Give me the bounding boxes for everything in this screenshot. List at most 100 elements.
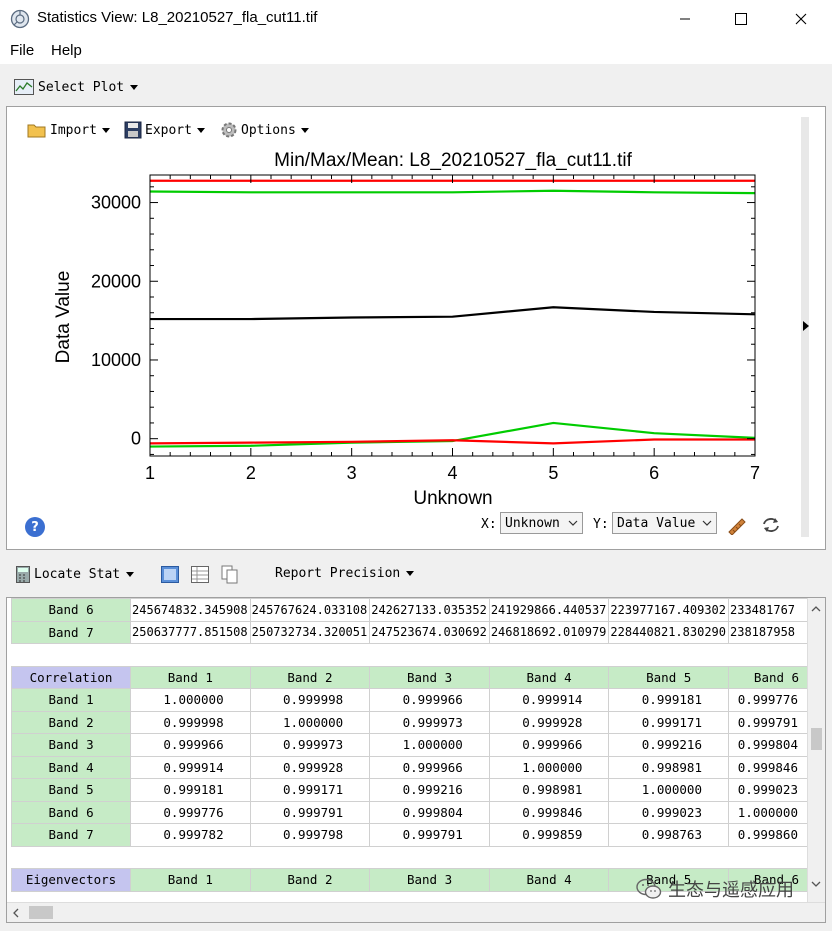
table-cell[interactable]: 0.999216 (369, 778, 490, 802)
table-cell[interactable]: 1.000000 (369, 733, 490, 757)
table-cell[interactable]: 0.999998 (249, 688, 371, 712)
minimize-button[interactable] (662, 4, 708, 34)
table-cell[interactable]: 0.998763 (608, 823, 729, 847)
table-cell[interactable]: 0.999791 (249, 800, 371, 824)
table-cell[interactable]: 0.999966 (488, 733, 610, 757)
column-header[interactable]: Band 4 (488, 665, 610, 689)
x-tick-label: 5 (548, 463, 558, 483)
table-cell[interactable]: 0.999023 (608, 800, 729, 824)
table-cell[interactable]: 0.999914 (488, 688, 610, 712)
table-cell[interactable]: 0.999859 (488, 823, 610, 847)
table-cell[interactable]: 250732734.320051 (249, 620, 371, 644)
table-cell[interactable]: 0.999171 (249, 778, 371, 802)
table-cell[interactable]: 0.999966 (369, 688, 490, 712)
table-cell[interactable]: 0.999973 (369, 710, 490, 734)
empty-cell (369, 845, 490, 869)
column-header[interactable]: Band 3 (369, 665, 490, 689)
y-tick-label: 20000 (91, 271, 141, 291)
column-header[interactable]: Band 4 (488, 868, 610, 892)
table-vertical-scrollbar[interactable] (807, 598, 825, 905)
table-cell[interactable]: 1.000000 (130, 688, 251, 712)
table-cell[interactable]: 242627133.035352 (369, 598, 490, 622)
table-cell[interactable]: 0.999216 (608, 733, 729, 757)
watermark-text: 生态与遥感应用 (668, 880, 794, 901)
view-table-icon[interactable] (191, 566, 209, 583)
column-header[interactable]: Band 5 (608, 665, 729, 689)
series-line-2 (149, 189, 756, 195)
x-axis-select[interactable]: Unknown (500, 512, 583, 534)
maximize-button[interactable] (718, 4, 764, 34)
row-header[interactable]: Band 2 (10, 710, 132, 734)
horizontal-scroll-thumb[interactable] (29, 906, 53, 919)
row-header[interactable]: Band 6 (10, 800, 132, 824)
table-cell[interactable]: 0.999846 (488, 800, 610, 824)
y-axis-select[interactable]: Data Value (612, 512, 717, 534)
row-header[interactable]: Band 6 (10, 598, 132, 622)
column-header[interactable]: Band 1 (130, 868, 251, 892)
eigenvectors-header[interactable]: Eigenvectors (10, 868, 132, 892)
x-axis-select-value: Unknown (505, 515, 560, 531)
scroll-down-icon[interactable] (811, 881, 821, 887)
table-cell[interactable]: 245674832.345908 (130, 598, 251, 622)
table-cell[interactable]: 223977167.409302 (608, 598, 729, 622)
table-cell[interactable]: 0.999914 (130, 755, 251, 779)
table-cell[interactable]: 0.999782 (130, 823, 251, 847)
vertical-scroll-thumb[interactable] (811, 728, 822, 750)
row-header[interactable]: Band 3 (10, 733, 132, 757)
table-cell[interactable]: 0.999928 (488, 710, 610, 734)
menu-help[interactable]: Help (51, 42, 82, 59)
table-cell[interactable]: 0.999998 (130, 710, 251, 734)
table-cell[interactable]: 1.000000 (488, 755, 610, 779)
table-cell[interactable]: 245767624.033108 (249, 598, 371, 622)
chevron-down-icon (702, 520, 712, 526)
table-cell[interactable]: 246818692.010979 (488, 620, 610, 644)
table-cell[interactable]: 0.998981 (488, 778, 610, 802)
table-cell[interactable]: 0.998981 (608, 755, 729, 779)
table-cell[interactable]: 1.000000 (249, 710, 371, 734)
table-cell[interactable]: 0.999966 (130, 733, 251, 757)
correlation-header[interactable]: Correlation (10, 665, 132, 689)
table-cell[interactable]: 0.999973 (249, 733, 371, 757)
row-header[interactable]: Band 4 (10, 755, 132, 779)
scroll-up-icon[interactable] (811, 606, 821, 612)
column-header[interactable]: Band 3 (369, 868, 490, 892)
table-cell[interactable]: 0.999804 (369, 800, 490, 824)
select-plot-button[interactable]: Select Plot (14, 76, 139, 98)
table-horizontal-scrollbar[interactable] (7, 902, 825, 922)
window-title: Statistics View: L8_20210527_fla_cut11.t… (37, 9, 318, 26)
statistics-app-icon (10, 9, 30, 29)
copy-icon[interactable] (221, 565, 239, 584)
close-button[interactable] (778, 4, 824, 34)
table-cell[interactable]: 0.999776 (130, 800, 251, 824)
table-cell[interactable]: 241929866.440537 (488, 598, 610, 622)
row-header[interactable]: Band 7 (10, 620, 132, 644)
table-cell[interactable]: 247523674.030692 (369, 620, 490, 644)
table-row: Band 6 245674832.345908 245767624.033108 24… (10, 598, 825, 622)
refresh-icon[interactable] (761, 516, 781, 534)
expand-arrow-icon[interactable] (803, 321, 809, 331)
scroll-left-icon[interactable] (13, 908, 19, 918)
row-header[interactable]: Band 7 (10, 823, 132, 847)
table-cell[interactable]: 250637777.851508 (130, 620, 251, 644)
column-header[interactable]: Band 2 (249, 665, 371, 689)
table-cell[interactable]: 1.000000 (608, 778, 729, 802)
table-cell[interactable]: 0.999928 (249, 755, 371, 779)
table-cell[interactable]: 0.999181 (608, 688, 729, 712)
ruler-icon[interactable] (727, 515, 747, 535)
table-cell[interactable]: 228440821.830290 (608, 620, 729, 644)
row-header[interactable]: Band 5 (10, 778, 132, 802)
view-single-icon[interactable] (161, 566, 179, 583)
locate-stat-button[interactable]: Locate Stat (16, 566, 135, 583)
statistics-grid: Band 6 245674832.345908 245767624.033108 24… (10, 598, 825, 892)
table-cell[interactable]: 0.999798 (249, 823, 371, 847)
table-cell[interactable]: 0.999966 (369, 755, 490, 779)
help-icon[interactable]: ? (25, 517, 45, 537)
column-header[interactable]: Band 2 (249, 868, 371, 892)
table-cell[interactable]: 0.999791 (369, 823, 490, 847)
report-precision-button[interactable]: Report Precision (275, 566, 415, 581)
table-cell[interactable]: 0.999181 (130, 778, 251, 802)
menu-file[interactable]: File (10, 42, 34, 59)
row-header[interactable]: Band 1 (10, 688, 132, 712)
table-cell[interactable]: 0.999171 (608, 710, 729, 734)
column-header[interactable]: Band 1 (130, 665, 251, 689)
